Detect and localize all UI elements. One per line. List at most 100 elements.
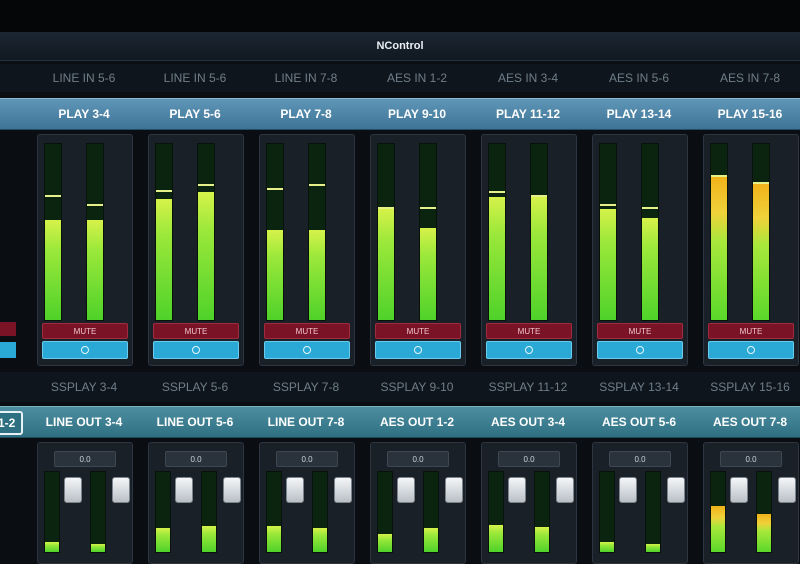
gain-readout: 0.0: [387, 451, 449, 467]
input-source-5[interactable]: AES IN 3-4: [477, 64, 579, 92]
level-fill: [198, 191, 214, 320]
level-meter-left: [710, 143, 728, 321]
mute-button[interactable]: MUTE: [708, 323, 794, 339]
input-route-edge[interactable]: 2: [0, 99, 6, 129]
level-meter-right: [641, 143, 659, 321]
app-title: NControl: [376, 40, 424, 52]
output-source-edge[interactable]: 2: [0, 372, 10, 402]
level-meter-left: [44, 143, 62, 321]
input-route-7[interactable]: PLAY 15-16: [699, 99, 800, 129]
level-meter-left: [377, 143, 395, 321]
level-fill: [91, 544, 105, 552]
peak-hold-marker: [87, 203, 103, 206]
level-fill: [156, 198, 172, 320]
mute-button[interactable]: MUTE: [153, 323, 239, 339]
output-source-5[interactable]: SSPLAY 11-12: [477, 372, 579, 402]
link-icon: [303, 346, 311, 354]
output-route-4[interactable]: AES OUT 1-2: [366, 407, 468, 437]
level-fill: [313, 528, 327, 552]
level-fill: [711, 505, 725, 552]
level-fill: [378, 209, 394, 320]
level-fill: [753, 184, 769, 320]
fader-handle-left[interactable]: [508, 477, 526, 503]
output-meter-right: [201, 471, 217, 553]
output-source-4[interactable]: SSPLAY 9-10: [366, 372, 468, 402]
input-source-6[interactable]: AES IN 5-6: [588, 64, 690, 92]
output-meter-right: [645, 471, 661, 553]
peak-hold-marker: [420, 207, 436, 210]
output-source-3[interactable]: SSPLAY 7-8: [255, 372, 357, 402]
link-icon: [525, 346, 533, 354]
fader-handle-left[interactable]: [175, 477, 193, 503]
level-fill: [309, 230, 325, 320]
gain-readout: 0.0: [54, 451, 116, 467]
output-route-5[interactable]: AES OUT 3-4: [477, 407, 579, 437]
output-route-1[interactable]: LINE OUT 3-4: [33, 407, 135, 437]
output-channel-strip: 0.0: [259, 442, 355, 564]
fader-handle-right[interactable]: [778, 477, 796, 503]
output-source-2[interactable]: SSPLAY 5-6: [144, 372, 246, 402]
output-source-1[interactable]: SSPLAY 3-4: [33, 372, 135, 402]
level-fill: [600, 541, 614, 552]
input-source-4[interactable]: AES IN 1-2: [366, 64, 468, 92]
mute-button[interactable]: MUTE: [42, 323, 128, 339]
title-bar: NControl: [0, 32, 800, 61]
link-button[interactable]: [708, 341, 794, 359]
input-channel-strip: MUTE: [370, 134, 466, 366]
input-source-7[interactable]: AES IN 7-8: [699, 64, 800, 92]
output-source-7[interactable]: SSPLAY 15-16: [699, 372, 800, 402]
input-route-5[interactable]: PLAY 11-12: [477, 99, 579, 129]
fader-handle-right[interactable]: [112, 477, 130, 503]
gain-readout: 0.0: [498, 451, 560, 467]
output-route-7[interactable]: AES OUT 7-8: [699, 407, 800, 437]
link-button[interactable]: [42, 341, 128, 359]
fader-handle-right[interactable]: [667, 477, 685, 503]
input-channel-strip: MUTE: [481, 134, 577, 366]
link-button[interactable]: [597, 341, 683, 359]
input-route-3[interactable]: PLAY 7-8: [255, 99, 357, 129]
output-route-3[interactable]: LINE OUT 7-8: [255, 407, 357, 437]
fader-handle-left[interactable]: [619, 477, 637, 503]
input-route-4[interactable]: PLAY 9-10: [366, 99, 468, 129]
level-fill: [531, 196, 547, 320]
output-route-6[interactable]: AES OUT 5-6: [588, 407, 690, 437]
mute-button[interactable]: MUTE: [597, 323, 683, 339]
link-icon: [414, 346, 422, 354]
input-route-1[interactable]: PLAY 3-4: [33, 99, 135, 129]
fader-handle-right[interactable]: [223, 477, 241, 503]
fader-handle-left[interactable]: [286, 477, 304, 503]
fader-handle-left[interactable]: [730, 477, 748, 503]
link-button[interactable]: [153, 341, 239, 359]
fader-handle-right[interactable]: [445, 477, 463, 503]
link-button[interactable]: [375, 341, 461, 359]
edge-link-button[interactable]: [0, 342, 16, 358]
output-channel-strip: 0.0: [592, 442, 688, 564]
input-route-2[interactable]: PLAY 5-6: [144, 99, 246, 129]
output-route-edge[interactable]: 1-2: [0, 411, 24, 435]
fader-handle-right[interactable]: [334, 477, 352, 503]
fader-handle-right[interactable]: [556, 477, 574, 503]
peak-hold-marker: [753, 182, 769, 185]
output-channel-strip: 0.0: [148, 442, 244, 564]
input-route-6[interactable]: PLAY 13-14: [588, 99, 690, 129]
output-meter-right: [423, 471, 439, 553]
output-channel-strip: 0.0: [37, 442, 133, 564]
link-button[interactable]: [264, 341, 350, 359]
input-source-1[interactable]: LINE IN 5-6: [33, 64, 135, 92]
output-route-2[interactable]: LINE OUT 5-6: [144, 407, 246, 437]
fader-handle-left[interactable]: [397, 477, 415, 503]
input-source-3[interactable]: LINE IN 7-8: [255, 64, 357, 92]
link-button[interactable]: [486, 341, 572, 359]
mute-button[interactable]: MUTE: [264, 323, 350, 339]
level-meter-right: [86, 143, 104, 321]
fader-handle-left[interactable]: [64, 477, 82, 503]
level-meter-right: [752, 143, 770, 321]
level-fill: [267, 230, 283, 320]
input-source-edge[interactable]: 2: [0, 64, 6, 92]
level-meter-right: [419, 143, 437, 321]
mute-button[interactable]: MUTE: [486, 323, 572, 339]
edge-mute-button[interactable]: [0, 322, 16, 336]
output-source-6[interactable]: SSPLAY 13-14: [588, 372, 690, 402]
mute-button[interactable]: MUTE: [375, 323, 461, 339]
input-source-2[interactable]: LINE IN 5-6: [144, 64, 246, 92]
